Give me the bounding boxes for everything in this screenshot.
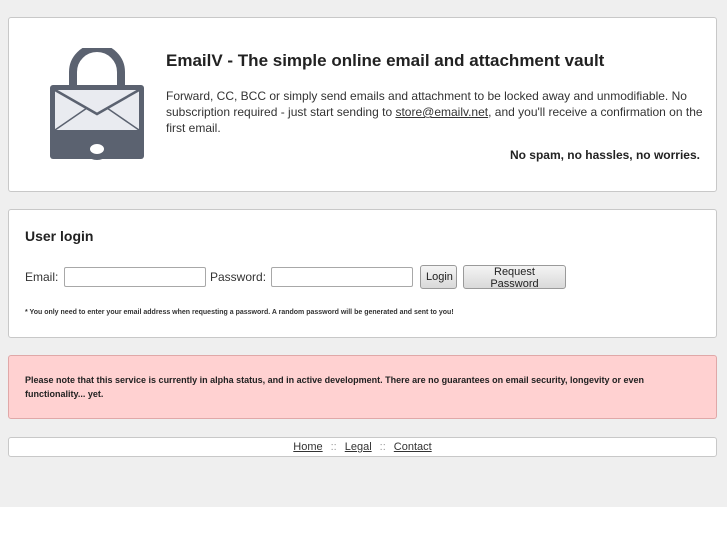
password-label: Password: (210, 270, 267, 284)
intro-panel: EmailV - The simple online email and att… (8, 17, 717, 192)
email-label: Email: (25, 270, 59, 284)
padlock-envelope-key-icon (47, 44, 147, 163)
footer-nav: Home:: Legal:: Contact (9, 441, 716, 453)
footer-link-home[interactable]: Home (293, 441, 322, 453)
page-title: EmailV - The simple online email and att… (166, 51, 605, 70)
login-button[interactable]: Login (420, 265, 457, 289)
footer-separator: :: (379, 441, 386, 453)
tagline: No spam, no hassles, no worries. (509, 148, 700, 162)
password-field[interactable] (271, 267, 413, 287)
login-panel: User login Email: Password: Login Reques… (8, 209, 717, 338)
notice-text: Please note that this service is current… (25, 375, 645, 399)
login-heading: User login (25, 228, 94, 244)
page-background: EmailV - The simple online email and att… (0, 0, 727, 507)
footer-link-contact[interactable]: Contact (394, 441, 432, 453)
alpha-notice: Please note that this service is current… (8, 355, 717, 419)
footer-link-legal[interactable]: Legal (345, 441, 372, 453)
request-password-button[interactable]: Request Password (463, 265, 566, 290)
store-email-link[interactable]: store@emailv.net (395, 105, 488, 119)
intro-description: Forward, CC, BCC or simply send emails a… (166, 88, 706, 136)
login-note: * You only need to enter your email addr… (25, 309, 454, 316)
email-field[interactable] (64, 267, 206, 287)
footer-separator: :: (330, 441, 337, 453)
footer: Home:: Legal:: Contact (8, 437, 717, 457)
